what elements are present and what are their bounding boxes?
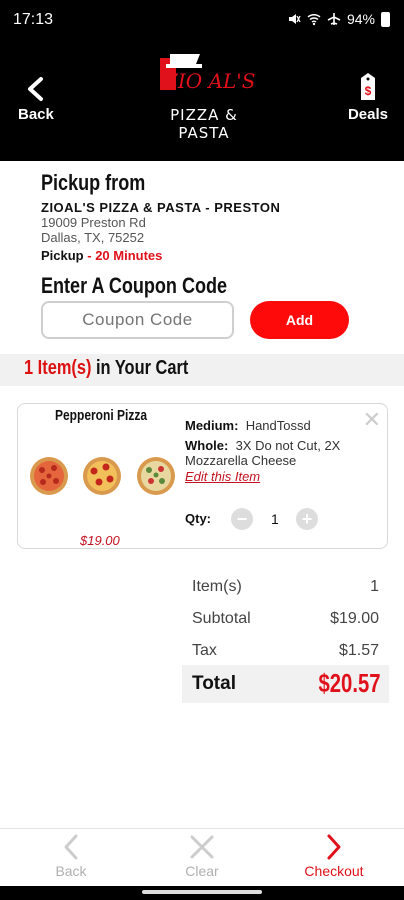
airplane-icon xyxy=(327,13,341,25)
coupon-title: Enter A Coupon Code xyxy=(41,273,228,298)
total-value: $20.57 xyxy=(318,668,381,698)
nav-back-label: Back xyxy=(55,863,87,879)
nav-clear-button[interactable]: Clear xyxy=(152,833,252,879)
status-icons: 94% xyxy=(287,11,390,27)
item-size: Medium: HandTossd xyxy=(185,418,311,433)
total-row: Total $20.57 xyxy=(182,665,389,703)
header-back-label: Back xyxy=(18,106,54,123)
cart-header: 1 Item(s) in Your Cart xyxy=(0,354,404,386)
items-value: 1 xyxy=(370,578,379,595)
add-coupon-button[interactable]: Add xyxy=(250,301,349,339)
qty-label: Qty: xyxy=(185,511,211,526)
qty-value: 1 xyxy=(271,511,279,527)
cart-title: 1 Item(s) in Your Cart xyxy=(24,357,188,380)
wifi-icon xyxy=(307,13,321,26)
cart-item-card: Pepperoni Pizza $19.00 ✕ Medium: HandTos… xyxy=(17,403,388,549)
item-whole-toppings: Whole: 3X Do not Cut, 2X Mozzarella Chee… xyxy=(185,438,375,468)
nav-checkout-button[interactable]: Checkout xyxy=(284,833,384,879)
qty-increase-button[interactable]: + xyxy=(296,508,318,530)
logo-wordmark: ZIO AL'S xyxy=(163,69,255,93)
app-header: Back ZIO AL'S PIZZA & PASTA $ Deals xyxy=(0,36,404,161)
status-bar: 17:13 94% xyxy=(0,0,404,36)
pickup-wait: 20 Minutes xyxy=(95,248,163,263)
cart-suffix: in Your Cart xyxy=(91,357,189,379)
edit-item-link[interactable]: Edit this Item xyxy=(185,469,260,484)
store-name: ZIOAL'S PIZZA & PASTA - PRESTON xyxy=(41,200,281,215)
price-tag-icon: $ xyxy=(360,73,375,100)
chevron-left-icon xyxy=(64,834,78,860)
subtotal-label: Subtotal xyxy=(192,610,251,627)
item-price: $19.00 xyxy=(80,533,120,548)
remove-item-icon[interactable]: ✕ xyxy=(363,407,381,433)
home-indicator[interactable] xyxy=(142,890,262,894)
pizza-image xyxy=(83,457,121,495)
battery-icon xyxy=(381,11,390,27)
subtotal-value: $19.00 xyxy=(330,610,379,627)
nav-clear-label: Clear xyxy=(185,863,219,879)
deals-button[interactable]: $ Deals xyxy=(348,72,388,123)
pickup-title: Pickup from xyxy=(41,170,146,195)
deals-label: Deals xyxy=(347,106,388,123)
nav-checkout-label: Checkout xyxy=(304,863,364,879)
mute-icon xyxy=(288,14,301,24)
coupon-code-input[interactable] xyxy=(41,301,234,339)
bottom-nav: Back Clear Checkout xyxy=(0,828,404,888)
logo-subtitle: PIZZA & PASTA xyxy=(170,106,238,142)
tax-label: Tax xyxy=(192,642,217,659)
pickup-section: Pickup from ZIOAL'S PIZZA & PASTA - PRES… xyxy=(41,170,371,263)
pickup-separator: - xyxy=(83,248,96,263)
qty-decrease-button[interactable]: − xyxy=(231,508,253,530)
total-label: Total xyxy=(192,673,236,694)
store-address-line2: Dallas, TX, 75252 xyxy=(41,230,145,245)
tax-value: $1.57 xyxy=(338,642,379,659)
gesture-bar xyxy=(0,886,404,900)
items-label: Item(s) xyxy=(192,578,242,595)
size-label: Medium: xyxy=(185,418,239,433)
battery-percent: 94% xyxy=(346,11,375,27)
pickup-type: Pickup xyxy=(41,248,84,263)
header-back-button[interactable]: Back xyxy=(18,76,54,123)
svg-text:$: $ xyxy=(365,84,372,98)
pizza-image xyxy=(137,457,175,495)
chevron-right-icon xyxy=(327,834,341,860)
close-icon xyxy=(190,835,214,859)
whole-label: Whole: xyxy=(185,438,229,453)
status-time: 17:13 xyxy=(13,11,54,28)
store-address-line1: 19009 Preston Rd xyxy=(41,215,146,230)
item-name: Pepperoni Pizza xyxy=(55,407,148,424)
nav-back-button[interactable]: Back xyxy=(21,833,121,879)
pickup-time: Pickup - 20 Minutes xyxy=(41,248,371,263)
pizza-image xyxy=(30,457,68,495)
chevron-left-icon xyxy=(27,77,43,101)
size-value: HandTossd xyxy=(245,418,311,433)
cart-count: 1 Item(s) xyxy=(24,357,92,379)
